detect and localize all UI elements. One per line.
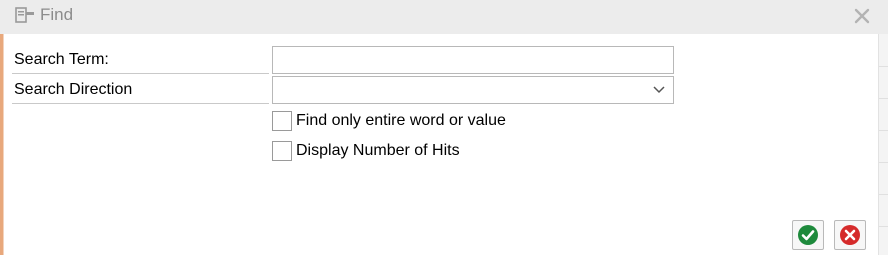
entire-word-checkbox[interactable] xyxy=(272,111,292,131)
cancel-icon xyxy=(840,225,860,245)
checkmark-icon xyxy=(798,225,818,245)
find-dialog: Find Search Term: Search Direction Find … xyxy=(0,0,888,255)
display-hits-checkbox[interactable] xyxy=(272,141,292,161)
ok-button[interactable] xyxy=(792,220,824,250)
background-window-edge xyxy=(878,34,888,255)
search-term-label: Search Term: xyxy=(14,51,109,68)
display-hits-label: Display Number of Hits xyxy=(296,142,460,159)
entire-word-label: Find only entire word or value xyxy=(296,112,506,129)
display-hits-option[interactable]: Display Number of Hits xyxy=(272,141,460,161)
cancel-button[interactable] xyxy=(834,220,866,250)
search-term-input[interactable] xyxy=(272,46,674,74)
entire-word-option[interactable]: Find only entire word or value xyxy=(272,111,506,131)
title-bar[interactable]: Find xyxy=(0,0,888,34)
find-dialog-icon xyxy=(15,7,34,23)
search-direction-row: Search Direction xyxy=(12,76,269,104)
dialog-title: Find xyxy=(40,5,74,24)
search-direction-select[interactable] xyxy=(272,76,674,104)
left-accent-border-inner xyxy=(3,34,4,255)
close-icon[interactable] xyxy=(852,6,872,26)
search-term-row: Search Term: xyxy=(12,46,269,74)
chevron-down-icon[interactable] xyxy=(653,86,665,94)
search-direction-label: Search Direction xyxy=(14,81,133,98)
